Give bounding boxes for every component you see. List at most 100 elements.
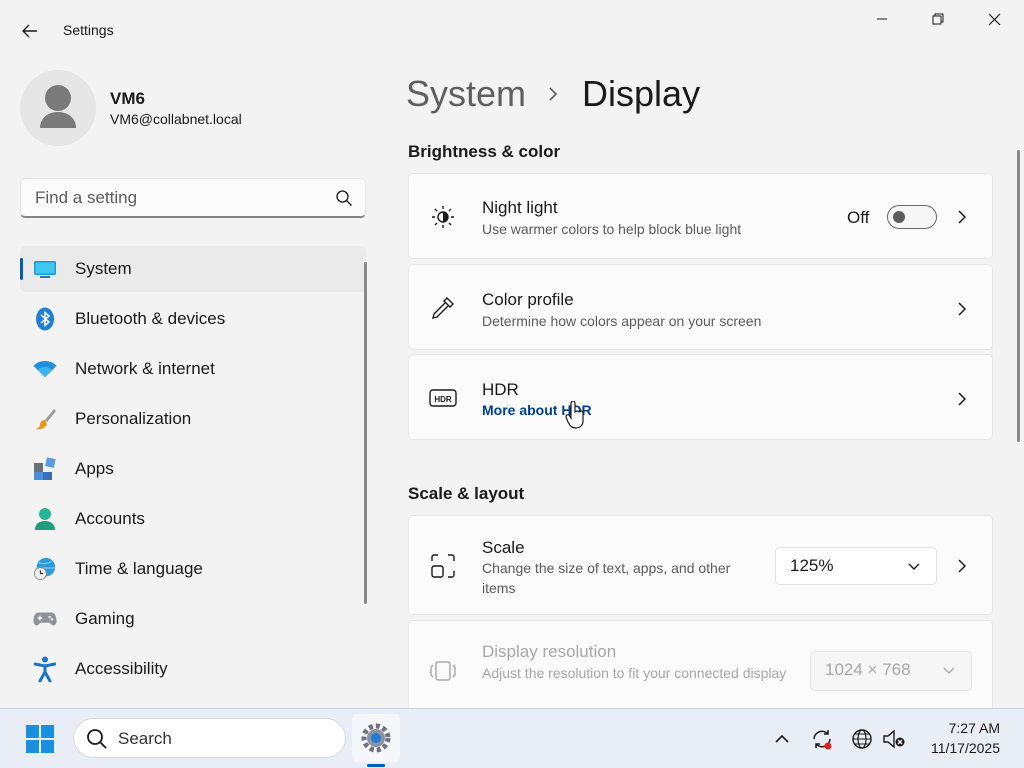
sidebar-item-label: Bluetooth & devices (75, 309, 226, 328)
sync-status-button[interactable] (809, 726, 835, 752)
resize-icon (429, 552, 457, 580)
wifi-icon (33, 357, 57, 381)
sidebar-item-personalization[interactable]: Personalization (20, 396, 366, 442)
chevron-up-icon (775, 734, 789, 743)
sidebar-item-label: Accounts (75, 509, 145, 528)
more-about-hdr-link[interactable]: More about HDR (482, 402, 592, 418)
start-button[interactable] (19, 718, 61, 760)
display-resolution-title: Display resolution (482, 642, 617, 661)
scale-title: Scale (482, 538, 525, 557)
sidebar-item-label: Accessibility (75, 659, 168, 678)
sidebar-item-label: System (75, 259, 132, 278)
section-title-brightness: Brightness & color (408, 142, 561, 161)
display-resolution-card: Display resolution Adjust the resolution… (408, 620, 993, 712)
taskbar: Search 7:27 AM 11/17/2025 (0, 708, 1024, 768)
chevron-right-icon[interactable] (956, 301, 968, 317)
sidebar-item-accessibility[interactable]: Accessibility (20, 646, 366, 692)
volume-button[interactable] (881, 726, 907, 752)
app-title: Settings (63, 22, 114, 38)
sidebar-item-time-language[interactable]: Time & language (20, 546, 366, 592)
windows-logo-icon (26, 725, 54, 753)
system-icon (33, 257, 57, 281)
display-resolution-desc: Adjust the resolution to fit your connec… (482, 665, 787, 681)
user-email: VM6@collabnet.local (110, 111, 242, 127)
sidebar-item-label: Gaming (75, 609, 135, 628)
night-light-title: Night light (482, 198, 558, 217)
network-button[interactable] (849, 726, 875, 752)
eyedropper-icon (429, 294, 457, 322)
person-icon (33, 507, 57, 531)
globe-clock-icon (33, 557, 57, 581)
restore-icon (932, 13, 944, 25)
night-light-state: Off (847, 208, 870, 227)
hdr-card[interactable]: HDR HDR More about HDR (408, 354, 993, 440)
scale-value: 125% (790, 556, 834, 575)
user-name: VM6 (110, 89, 145, 108)
taskbar-search-label: Search (118, 729, 172, 748)
paintbrush-icon (33, 407, 57, 431)
sidebar-item-label: Time & language (75, 559, 203, 578)
person-icon (40, 85, 76, 128)
sidebar-item-system[interactable]: System (20, 246, 366, 292)
sidebar-nav: System Bluetooth & devices Network & int… (20, 246, 366, 696)
sidebar-item-label: Network & internet (75, 359, 215, 378)
sidebar-item-accounts[interactable]: Accounts (20, 496, 366, 542)
minimize-button[interactable] (854, 0, 910, 38)
close-icon (988, 13, 1000, 25)
accessibility-icon (33, 656, 57, 682)
back-button[interactable] (12, 14, 48, 48)
hdr-icon: HDR (429, 384, 457, 412)
search-box (20, 178, 366, 218)
minimize-icon (877, 18, 887, 20)
resolution-icon (429, 657, 457, 685)
chevron-down-icon (908, 563, 920, 570)
clock-date: 11/17/2025 (930, 740, 1000, 756)
sidebar-item-label: Apps (75, 459, 114, 478)
scale-card: Scale Change the size of text, apps, and… (408, 515, 993, 615)
sidebar-scrollbar[interactable] (364, 262, 367, 604)
clock-time: 7:27 AM (948, 720, 1000, 736)
sidebar-item-apps[interactable]: Apps (20, 446, 366, 492)
show-hidden-icons-button[interactable] (769, 726, 795, 752)
color-profile-title: Color profile (482, 290, 574, 309)
svg-text:HDR: HDR (434, 395, 452, 404)
resolution-value: 1024 × 768 (825, 660, 911, 679)
active-app-indicator (367, 764, 385, 767)
sidebar-item-bluetooth[interactable]: Bluetooth & devices (20, 296, 366, 342)
taskbar-search[interactable]: Search (73, 718, 346, 758)
resolution-dropdown[interactable]: 1024 × 768 (810, 651, 972, 691)
chevron-right-icon[interactable] (956, 558, 968, 574)
color-profile-desc: Determine how colors appear on your scre… (482, 313, 762, 329)
night-light-card[interactable]: Night light Use warmer colors to help bl… (408, 173, 993, 259)
clock[interactable]: 7:27 AM 11/17/2025 (910, 718, 1000, 758)
breadcrumb-parent[interactable]: System (406, 73, 526, 115)
avatar[interactable] (20, 70, 96, 146)
scale-desc: Change the size of text, apps, and other… (482, 560, 731, 596)
close-button[interactable] (966, 0, 1022, 38)
main-scrollbar[interactable] (1017, 150, 1020, 442)
chevron-right-icon (548, 84, 564, 104)
restore-button[interactable] (910, 0, 966, 38)
chevron-right-icon[interactable] (956, 209, 968, 225)
taskbar-settings-app[interactable] (352, 714, 400, 762)
color-profile-card[interactable]: Color profile Determine how colors appea… (408, 264, 993, 350)
search-icon[interactable] (335, 189, 353, 207)
page-title: Display (582, 73, 701, 114)
sidebar-item-gaming[interactable]: Gaming (20, 596, 366, 642)
title-bar: Settings (0, 0, 1024, 60)
arrow-left-icon (22, 24, 37, 38)
bluetooth-icon (33, 307, 57, 331)
scale-dropdown[interactable]: 125% (775, 547, 937, 585)
hdr-title: HDR (482, 380, 519, 399)
sidebar-item-network[interactable]: Network & internet (20, 346, 366, 392)
sidebar-item-label: Personalization (75, 409, 192, 428)
chevron-right-icon[interactable] (956, 391, 968, 407)
search-input[interactable] (35, 187, 325, 209)
breadcrumb: System Display (406, 72, 700, 116)
toggle-knob (893, 211, 905, 223)
gear-icon (361, 723, 391, 753)
apps-icon (33, 457, 57, 481)
sync-icon (813, 730, 832, 750)
brightness-icon (429, 203, 457, 231)
night-light-toggle[interactable] (887, 205, 937, 229)
